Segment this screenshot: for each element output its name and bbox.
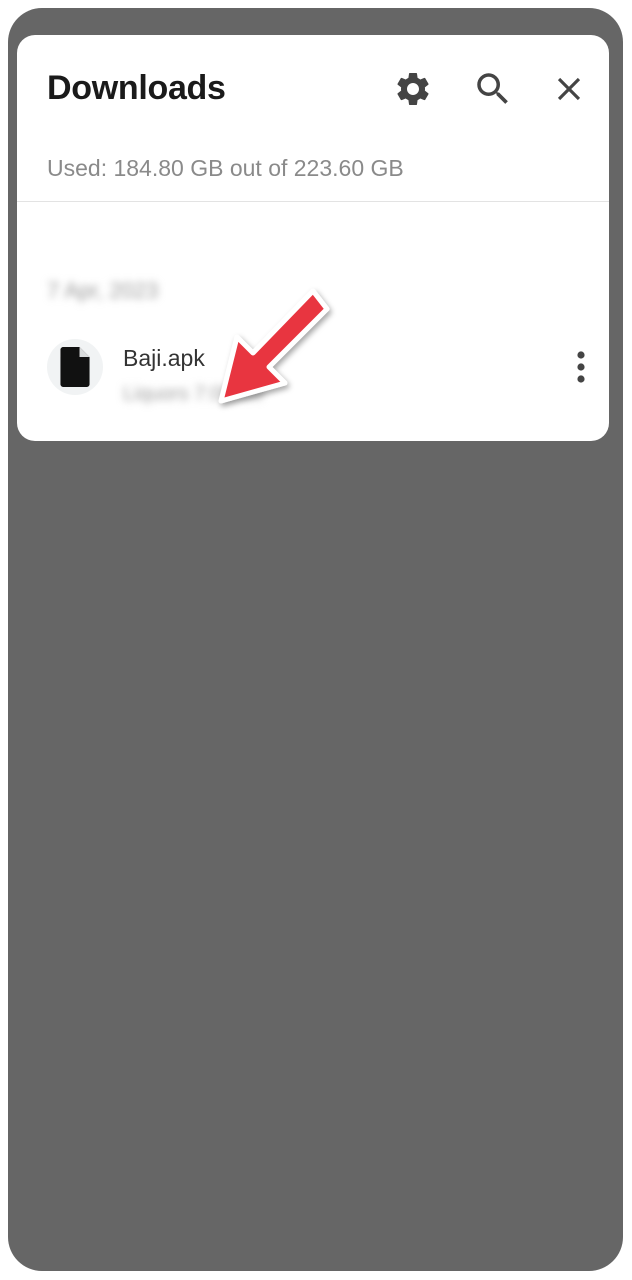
close-icon bbox=[557, 77, 581, 101]
file-icon bbox=[60, 347, 90, 387]
panel-header: Downloads bbox=[17, 35, 609, 145]
file-name: Baji.apk bbox=[123, 345, 205, 371]
list-item[interactable]: Baji.apk Liquors 7:06AM bbox=[17, 331, 609, 411]
storage-usage-text: Used: 184.80 GB out of 223.60 GB bbox=[47, 155, 404, 181]
search-button[interactable] bbox=[471, 67, 515, 111]
settings-button[interactable] bbox=[391, 67, 435, 111]
date-group-header: 7 Apr, 2023 bbox=[47, 278, 159, 303]
search-icon bbox=[477, 73, 508, 104]
more-vert-icon bbox=[577, 351, 585, 383]
more-options-button[interactable] bbox=[565, 345, 597, 389]
page-title: Downloads bbox=[47, 69, 226, 107]
header-divider bbox=[17, 201, 609, 202]
file-icon-container bbox=[47, 339, 103, 395]
gear-icon bbox=[397, 72, 429, 105]
screen-backdrop[interactable]: Downloads Used: 184.80 GB out of 223.60 … bbox=[8, 8, 623, 1271]
file-meta: Liquors 7:06AM bbox=[123, 383, 264, 405]
close-button[interactable] bbox=[547, 67, 591, 111]
downloads-panel: Downloads Used: 184.80 GB out of 223.60 … bbox=[17, 35, 609, 441]
